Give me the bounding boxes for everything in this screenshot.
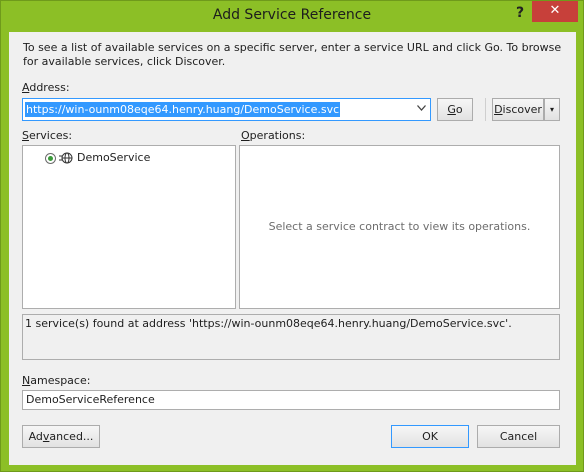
discover-dropdown-button[interactable]: ▾ <box>544 98 560 121</box>
dialog-body: To see a list of available services on a… <box>9 32 576 465</box>
chevron-down-icon[interactable] <box>415 102 428 117</box>
status-box: 1 service(s) found at address 'https://w… <box>22 314 560 360</box>
advanced-button[interactable]: Advanced... <box>22 425 100 448</box>
service-globe-icon <box>59 151 73 165</box>
operations-placeholder: Select a service contract to view its op… <box>268 220 531 233</box>
dropdown-arrow-icon: ▾ <box>549 105 554 114</box>
address-combobox[interactable]: https://win-ounm08eqe64.henry.huang/Demo… <box>22 98 431 121</box>
services-tree[interactable]: DemoService <box>22 145 236 309</box>
title-bar[interactable]: Add Service Reference ? ✕ <box>1 1 583 31</box>
status-text: 1 service(s) found at address 'https://w… <box>25 317 512 330</box>
close-button[interactable]: ✕ <box>532 1 578 22</box>
namespace-value: DemoServiceReference <box>26 393 155 406</box>
address-label: Address: <box>22 81 70 94</box>
dialog-window: Add Service Reference ? ✕ To see a list … <box>0 0 584 472</box>
go-button[interactable]: Go <box>437 98 473 121</box>
operations-label: Operations: <box>241 129 306 142</box>
close-icon: ✕ <box>549 3 561 18</box>
address-value[interactable]: https://win-ounm08eqe64.henry.huang/Demo… <box>25 102 341 117</box>
toolbar-separator <box>485 98 486 121</box>
tree-item-label: DemoService <box>77 151 151 164</box>
namespace-label: Namespace: <box>22 374 91 387</box>
ok-button[interactable]: OK <box>391 425 469 448</box>
radio-selected-icon[interactable] <box>45 153 56 164</box>
help-button[interactable]: ? <box>509 2 531 24</box>
discover-button[interactable]: Discover <box>492 98 544 121</box>
operations-list[interactable]: Select a service contract to view its op… <box>239 145 560 309</box>
namespace-field[interactable]: DemoServiceReference <box>22 390 560 410</box>
dialog-title: Add Service Reference <box>212 7 372 23</box>
cancel-button[interactable]: Cancel <box>477 425 560 448</box>
services-label: Services: <box>22 129 73 142</box>
intro-text: To see a list of available services on a… <box>23 41 562 68</box>
